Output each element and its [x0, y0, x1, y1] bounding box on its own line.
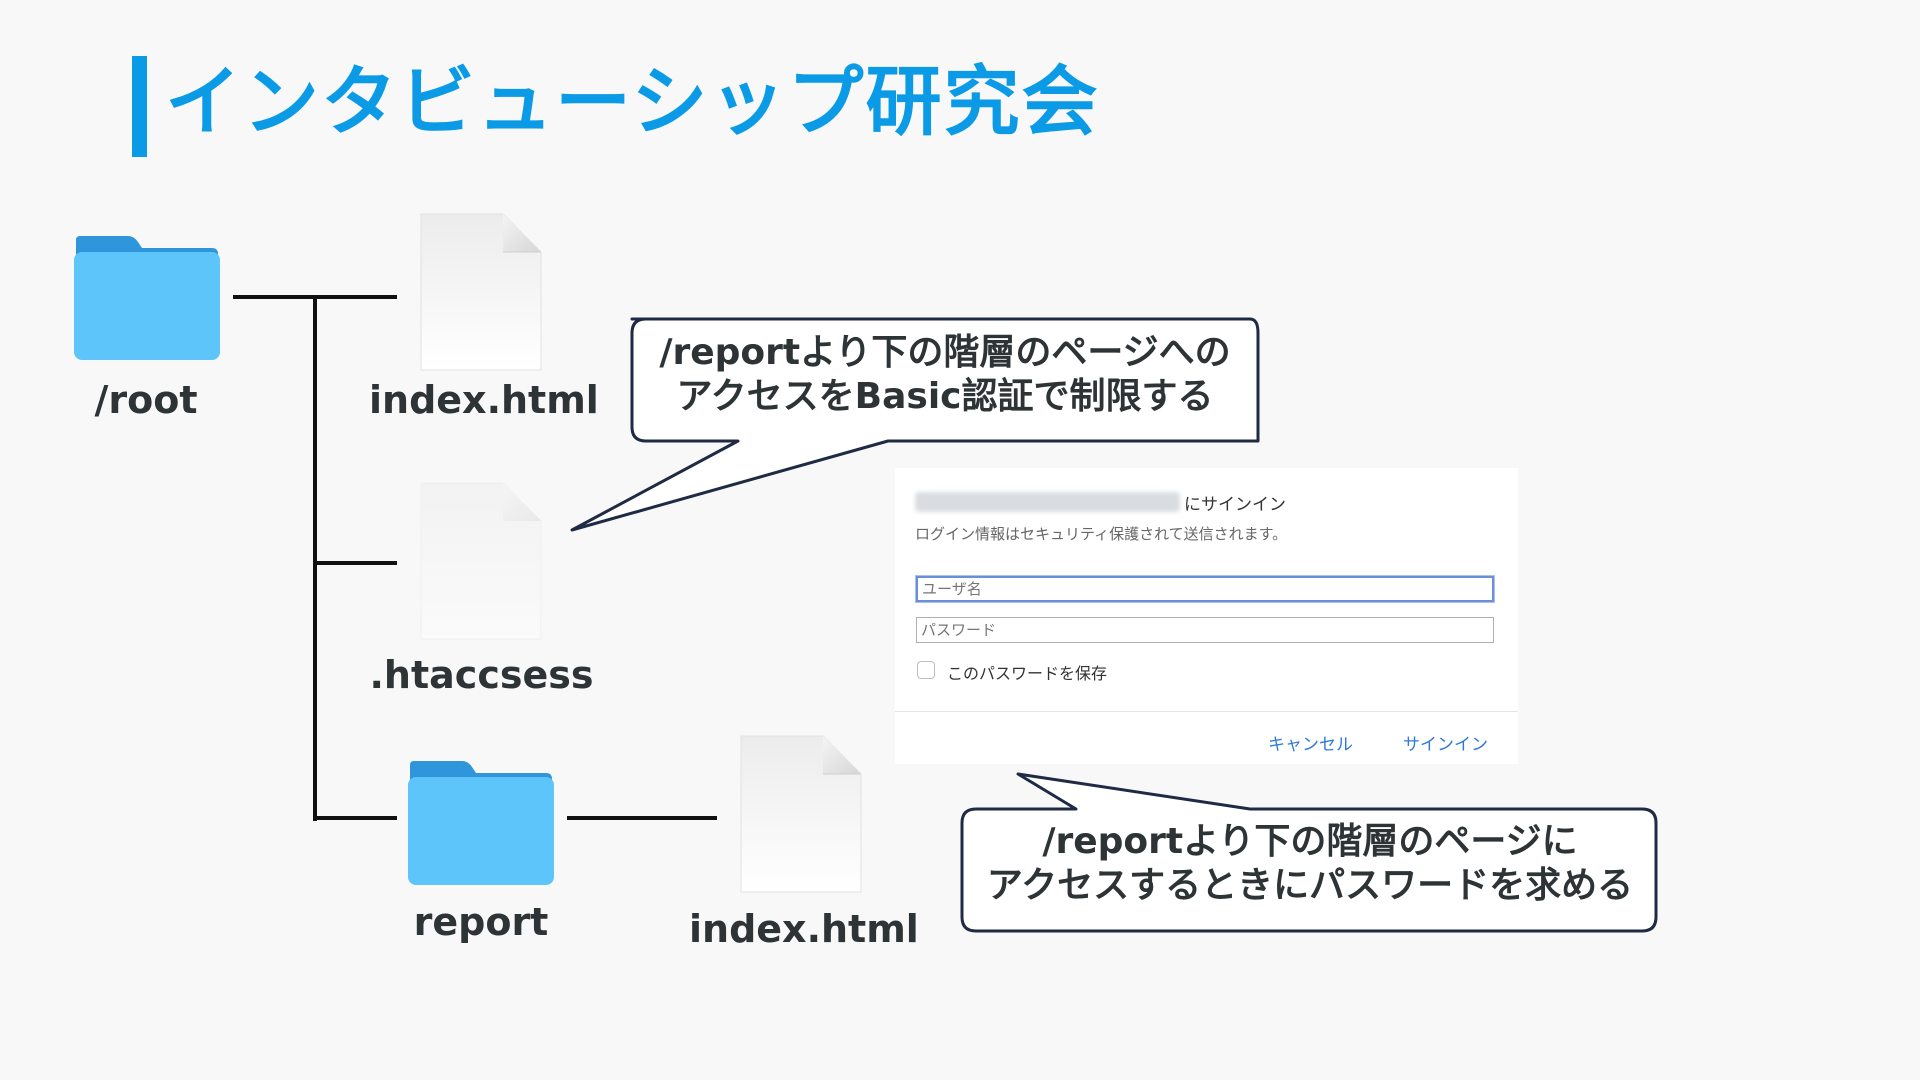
callout-text-line: /reportより下の階層のページへの [659, 332, 1231, 373]
title-accent-bar [132, 56, 147, 157]
callout-text-line: アクセスするときにパスワードを求める [986, 865, 1634, 906]
root-folder-label: /root [94, 378, 198, 422]
blurred-hostname [915, 492, 1180, 512]
dialog-title: にサインイン [1184, 495, 1286, 515]
index-file-label: index.html [369, 378, 599, 422]
document-icon [420, 482, 542, 640]
htaccess-file-label: .htaccsess [369, 653, 594, 697]
folder-icon [408, 761, 554, 885]
document-icon [420, 213, 542, 371]
tree-connector [567, 816, 717, 820]
dialog-description: ログイン情報はセキュリティ保護されて送信されます。 [915, 525, 1288, 543]
tree-connector [313, 561, 397, 565]
callout-text-line: /reportより下の階層のページに [1042, 821, 1578, 862]
sign-in-dialog: にサインイン ログイン情報はセキュリティ保護されて送信されます。 このパスワード… [895, 468, 1518, 764]
cancel-button[interactable]: キャンセル [1268, 730, 1353, 755]
username-input[interactable] [916, 576, 1494, 602]
tree-connector [313, 816, 397, 820]
callout-text-line: アクセスをBasic認証で制限する [676, 376, 1214, 417]
tree-connector [313, 295, 317, 821]
sign-in-button[interactable]: サインイン [1403, 730, 1488, 755]
password-input[interactable] [916, 617, 1494, 643]
save-password-label: このパスワードを保存 [947, 664, 1108, 683]
dialog-divider [895, 711, 1518, 712]
report-index-file-label: index.html [689, 907, 919, 951]
folder-icon [74, 236, 220, 360]
save-password-checkbox[interactable] [917, 661, 935, 679]
report-folder-label: report [413, 900, 549, 944]
page-title: インタビューシップ研究会 [165, 57, 1100, 146]
document-icon [740, 735, 862, 893]
